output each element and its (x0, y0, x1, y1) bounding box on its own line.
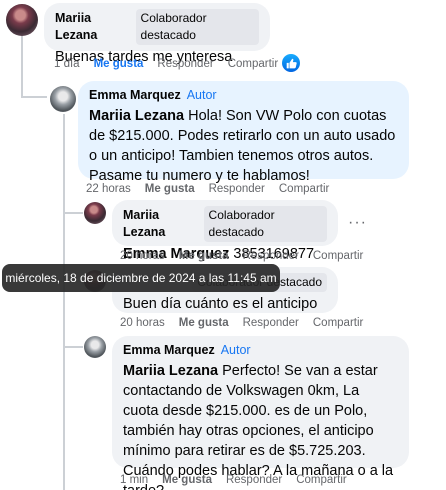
comment-text: Mariia Lezana Hola! Son VW Polo con cuot… (89, 108, 396, 184)
avatar[interactable] (84, 336, 106, 358)
comment-bubble: Emma Marquez Autor Mariia Lezana Hola! S… (78, 81, 409, 184)
reply-button[interactable]: Responder (209, 182, 265, 196)
avatar[interactable] (6, 4, 38, 36)
comment-actions: 22 horas Me gusta Responder Compartir (86, 182, 343, 196)
reply-button[interactable]: Responder (243, 249, 299, 263)
share-button[interactable]: Compartir (313, 316, 363, 330)
like-button[interactable]: Me gusta (94, 57, 144, 71)
comment-author[interactable]: Emma Marquez (123, 342, 215, 359)
share-button[interactable]: Compartir (228, 57, 278, 71)
thread-line (63, 114, 65, 490)
comment-author[interactable]: Mariia Lezana (123, 207, 198, 241)
timestamp-tooltip: miércoles, 18 de diciembre de 2024 a las… (2, 264, 280, 292)
comment-actions: 20 horas Me gusta Responder Compartir (120, 316, 377, 330)
share-button[interactable]: Compartir (279, 182, 329, 196)
comment-bubble: Mariia Lezana Colaborador destacado Emma… (112, 200, 338, 262)
author-label: Autor (220, 343, 251, 357)
thread-line (63, 346, 83, 348)
comment-actions: 1 min Me gusta Responder Compartir (120, 473, 361, 487)
comment-author[interactable]: Mariia Lezana (55, 10, 130, 44)
mention-link[interactable]: Mariia Lezana (89, 108, 184, 124)
status-badge: Colaborador destacado (203, 206, 327, 242)
comment-bubble: Emma Marquez Autor Mariia Lezana Perfect… (112, 336, 409, 490)
comment-timestamp[interactable]: 22 horas (86, 182, 131, 196)
comment-timestamp[interactable]: 1 día (54, 57, 80, 71)
like-button[interactable]: Me gusta (145, 182, 195, 196)
thread-line (21, 78, 23, 98)
thread-line (21, 96, 47, 98)
mention-link[interactable]: Mariia Lezana (123, 363, 218, 379)
comment-text: Buen día cuánto es el anticipo (123, 296, 318, 312)
share-button[interactable]: Compartir (313, 249, 363, 263)
author-label: Autor (186, 88, 217, 102)
comment-timestamp[interactable]: 20 horas (120, 249, 165, 263)
like-button[interactable]: Me gusta (179, 316, 229, 330)
thread-line (63, 212, 83, 214)
status-badge: Colaborador destacado (135, 9, 259, 45)
like-button[interactable]: Me gusta (179, 249, 229, 263)
comment-author[interactable]: Emma Marquez (89, 87, 181, 104)
comment-text: Mariia Lezana Perfecto! Se van a estar c… (123, 363, 394, 490)
more-options-icon[interactable]: ··· (348, 214, 367, 232)
comment-actions: 1 día Me gusta Responder Compartir (54, 57, 292, 71)
reply-button[interactable]: Responder (157, 57, 213, 71)
comment-timestamp[interactable]: 20 horas (120, 316, 165, 330)
reply-button[interactable]: Responder (226, 473, 282, 487)
thumbs-up-icon[interactable] (282, 54, 300, 72)
share-button[interactable]: Compartir (296, 473, 346, 487)
avatar[interactable] (50, 86, 76, 112)
comment-timestamp[interactable]: 1 min (120, 473, 148, 487)
comment-bubble: Mariia Lezana Colaborador destacado Buen… (44, 3, 270, 65)
avatar[interactable] (84, 202, 106, 224)
like-button[interactable]: Me gusta (162, 473, 212, 487)
comment-actions: 20 horas Me gusta Responder Compartir (120, 249, 377, 263)
thread-line (21, 36, 23, 80)
reply-button[interactable]: Responder (243, 316, 299, 330)
